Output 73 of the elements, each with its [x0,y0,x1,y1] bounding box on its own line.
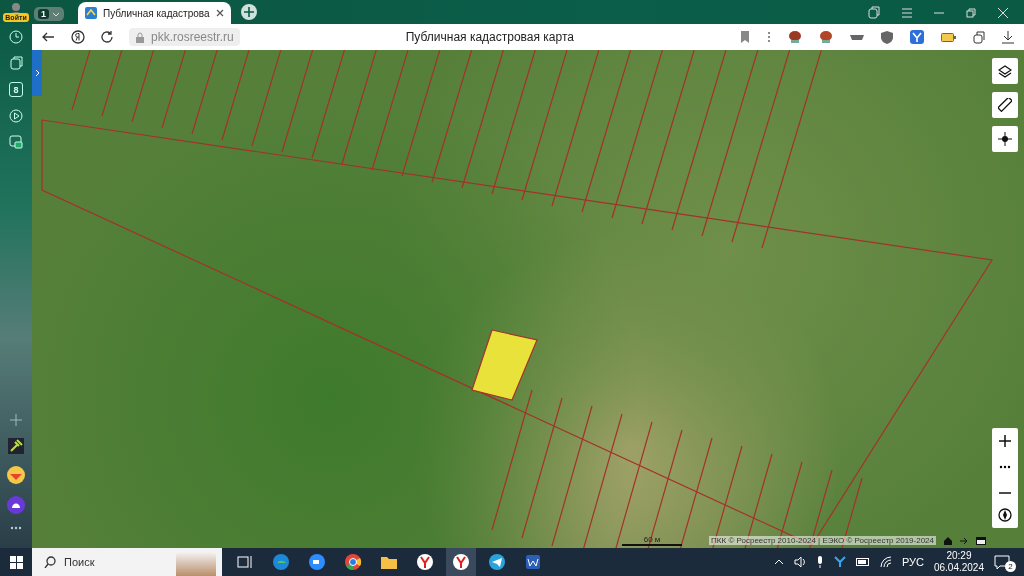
lock-icon [135,31,145,43]
window-icon[interactable] [976,536,986,545]
castle-image-placeholder [176,552,216,576]
new-tab-button[interactable] [240,4,257,20]
panel-toggle-button[interactable] [32,50,42,96]
compass-icon [998,508,1012,522]
more-icon[interactable] [10,526,22,530]
tabs-icon[interactable] [9,56,23,70]
play-icon[interactable] [9,109,23,123]
back-icon[interactable] [42,31,55,43]
scale-bar: 60 м [622,535,682,546]
tabs-extension-icon[interactable] [973,30,985,44]
ruler-button[interactable] [992,92,1018,118]
shield-icon[interactable] [881,30,893,44]
battery-icon[interactable] [855,558,870,566]
word-icon[interactable] [524,553,542,571]
close-icon[interactable] [214,8,225,18]
task-view-icon[interactable] [236,553,254,571]
page-title: Публичная кадастровая карта [404,30,575,44]
minus-icon [999,492,1011,494]
mushroom-extension-icon[interactable] [819,30,833,44]
clock[interactable]: 20:29 06.04.2024 [933,550,984,574]
bookmark-icon[interactable] [740,31,750,43]
yandex-browser-icon[interactable] [452,553,470,571]
telegram-icon[interactable] [488,553,506,571]
reload-icon[interactable] [101,31,113,43]
crosshair-icon [998,132,1012,146]
language-indicator[interactable]: РУС [901,556,924,568]
map-attribution: ПКК © Росреестр 2010-2024 | ЕЭКО © Росреестр 2019-2024 [709,536,936,545]
speaker-icon[interactable] [793,556,806,568]
app-icon[interactable] [7,466,25,484]
locate-button[interactable] [992,126,1018,152]
sidebar-badge[interactable]: 8 [9,82,23,97]
layers-button[interactable] [992,58,1018,84]
restore-icon[interactable] [966,7,976,18]
notifications-button[interactable]: 2 [994,552,1016,572]
plus-icon [243,7,254,17]
more-icon [999,465,1011,469]
compass-button[interactable] [992,502,1018,528]
zoom-app-icon[interactable] [308,553,326,571]
y-tray-icon[interactable] [833,556,846,568]
edge-browser-icon[interactable] [272,553,290,571]
chevron-up-icon[interactable] [773,558,784,566]
home-icon[interactable] [944,536,952,545]
notification-icon [994,554,1010,570]
assistant-icon[interactable] [7,496,25,514]
taskbar-search-field[interactable]: Поиск [32,548,222,576]
yandex-logo-icon[interactable] [71,30,85,44]
y-extension-icon[interactable] [910,30,924,44]
layers-icon [998,64,1012,78]
plus-icon[interactable] [10,414,22,426]
screenshot-icon[interactable] [9,135,23,149]
chevron-icon [34,69,40,77]
mushroom-extension-icon[interactable] [788,30,802,44]
search-icon [44,556,56,568]
yandex-browser-icon[interactable] [416,553,434,571]
hammer-icon[interactable] [8,438,24,454]
history-icon[interactable] [9,30,23,44]
browser-tab[interactable]: Публичная кадастрова [78,2,231,24]
caret-icon [52,10,60,18]
plus-icon [999,435,1011,447]
more-icon[interactable] [767,31,771,43]
tab-title: Публичная кадастрова [103,7,210,19]
microphone-icon[interactable] [815,556,824,568]
download-icon[interactable] [1002,30,1014,44]
tab-count-button[interactable]: 1 [34,7,64,21]
tabs-icon[interactable] [868,6,880,19]
arrow-icon[interactable] [960,536,968,545]
wifi-icon[interactable] [879,556,892,568]
chrome-browser-icon[interactable] [344,553,362,571]
menu-icon[interactable] [902,7,912,18]
ruler-icon [998,98,1012,112]
windows-start-icon[interactable] [9,555,23,569]
